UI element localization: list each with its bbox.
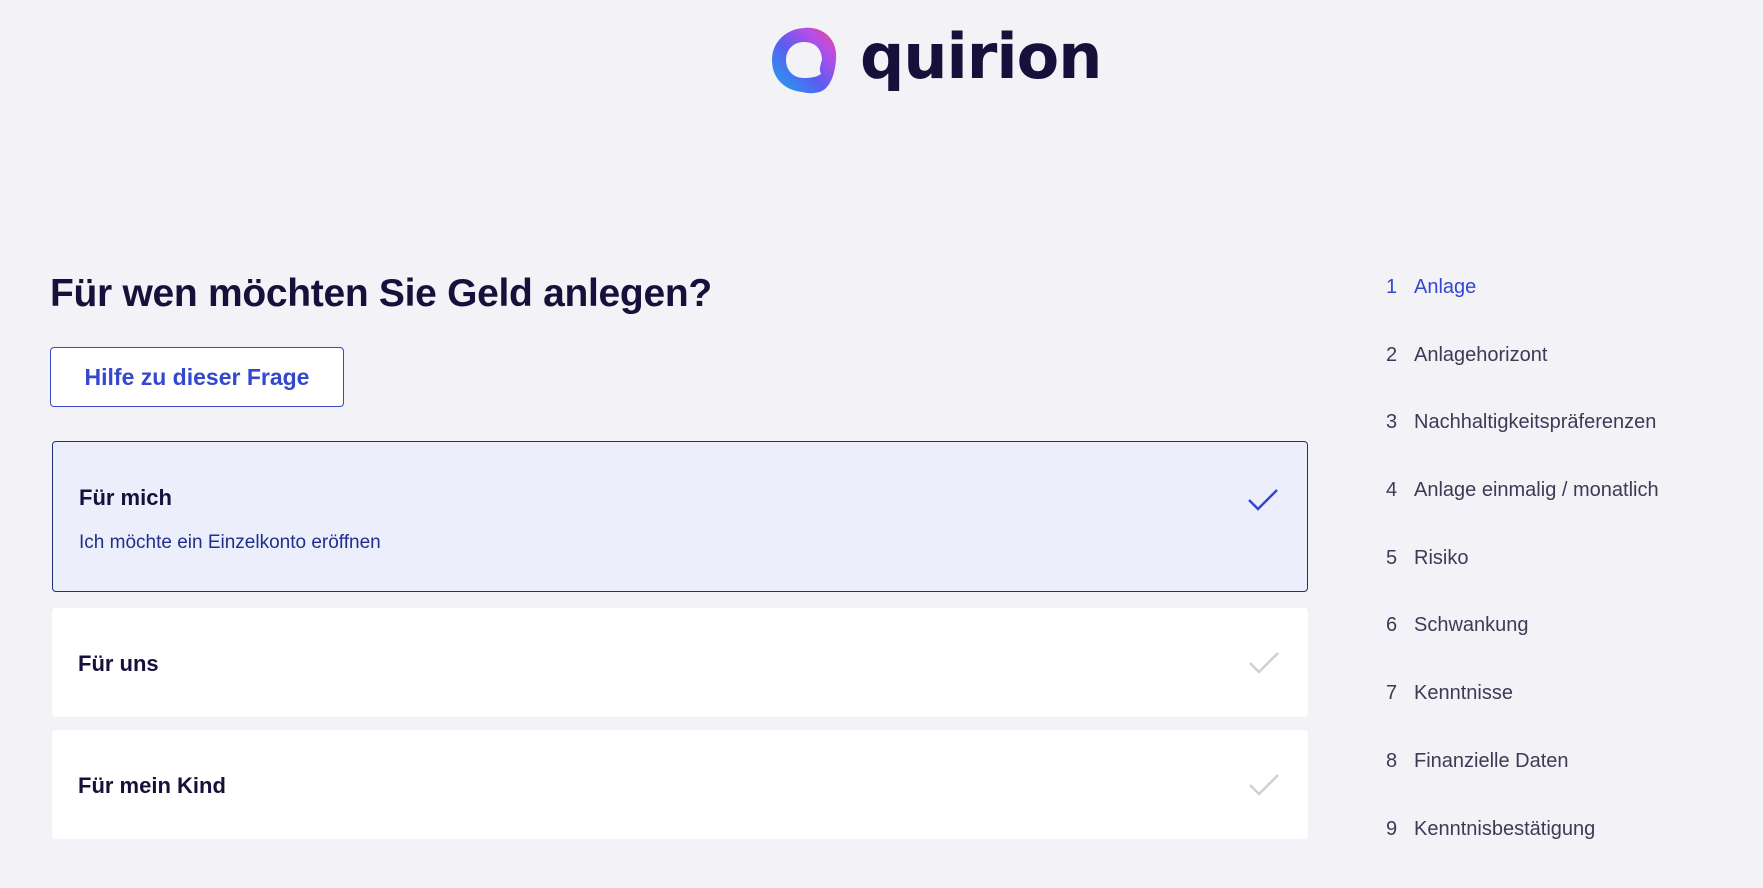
step-number: 5 (1386, 546, 1398, 569)
help-button[interactable]: Hilfe zu dieser Frage (50, 347, 344, 407)
step-number: 4 (1386, 479, 1398, 502)
step-item-nachhaltigkeitspraeferenzen[interactable]: 3 Nachhaltigkeitspräferenzen (1386, 411, 1659, 479)
page: quirion Für wen möchten Sie Geld anlegen… (0, 0, 1763, 888)
step-item-schwankung[interactable]: 6 Schwankung (1386, 614, 1659, 682)
step-item-kenntnisse[interactable]: 7 Kenntnisse (1386, 682, 1659, 750)
check-icon (1248, 489, 1278, 511)
step-number: 7 (1386, 682, 1398, 705)
step-number: 8 (1386, 749, 1398, 772)
step-item-anlagehorizont[interactable]: 2 Anlagehorizont (1386, 344, 1659, 412)
option-subtitle: Ich möchte ein Einzelkonto eröffnen (79, 532, 381, 553)
option-card-for-us[interactable]: Für uns (52, 608, 1308, 717)
step-label: Nachhaltigkeitspräferenzen (1414, 411, 1657, 434)
option-card-for-me[interactable]: Für mich Ich möchte ein Einzelkonto eröf… (52, 441, 1308, 592)
step-label: Anlage einmalig / monatlich (1414, 479, 1659, 502)
step-label: Anlagehorizont (1414, 343, 1548, 366)
option-title: Für mich (79, 485, 172, 510)
step-label: Anlage (1414, 276, 1477, 298)
check-icon (1249, 774, 1279, 796)
option-title: Für mein Kind (78, 773, 226, 798)
brand-logo[interactable]: quirion (766, 20, 1102, 98)
step-label: Kenntnisbestätigung (1414, 817, 1596, 840)
progress-steps: 1 Anlage 2 Anlagehorizont 3 Nachhaltigke… (1386, 276, 1659, 885)
step-label: Kenntnisse (1414, 682, 1513, 705)
step-number: 9 (1386, 817, 1398, 840)
check-icon (1249, 652, 1279, 674)
option-card-for-my-child[interactable]: Für mein Kind (52, 730, 1308, 839)
step-item-anlage[interactable]: 1 Anlage (1386, 276, 1659, 344)
step-item-anlage-einmalig-monatlich[interactable]: 4 Anlage einmalig / monatlich (1386, 479, 1659, 547)
step-number: 2 (1386, 343, 1398, 366)
step-number: 6 (1386, 614, 1398, 637)
step-item-risiko[interactable]: 5 Risiko (1386, 547, 1659, 615)
question-title: Für wen möchten Sie Geld anlegen? (50, 272, 712, 315)
step-number: 3 (1386, 411, 1398, 434)
quirion-logo-icon (772, 27, 837, 94)
step-label: Schwankung (1414, 614, 1529, 637)
option-title: Für uns (78, 651, 159, 676)
step-number: 1 (1386, 276, 1398, 298)
brand-name: quirion (860, 20, 1102, 93)
step-item-finanzielle-daten[interactable]: 8 Finanzielle Daten (1386, 750, 1659, 818)
step-item-kenntnisbestaetigung[interactable]: 9 Kenntnisbestätigung (1386, 818, 1659, 886)
step-label: Finanzielle Daten (1414, 749, 1569, 772)
step-label: Risiko (1414, 546, 1469, 569)
